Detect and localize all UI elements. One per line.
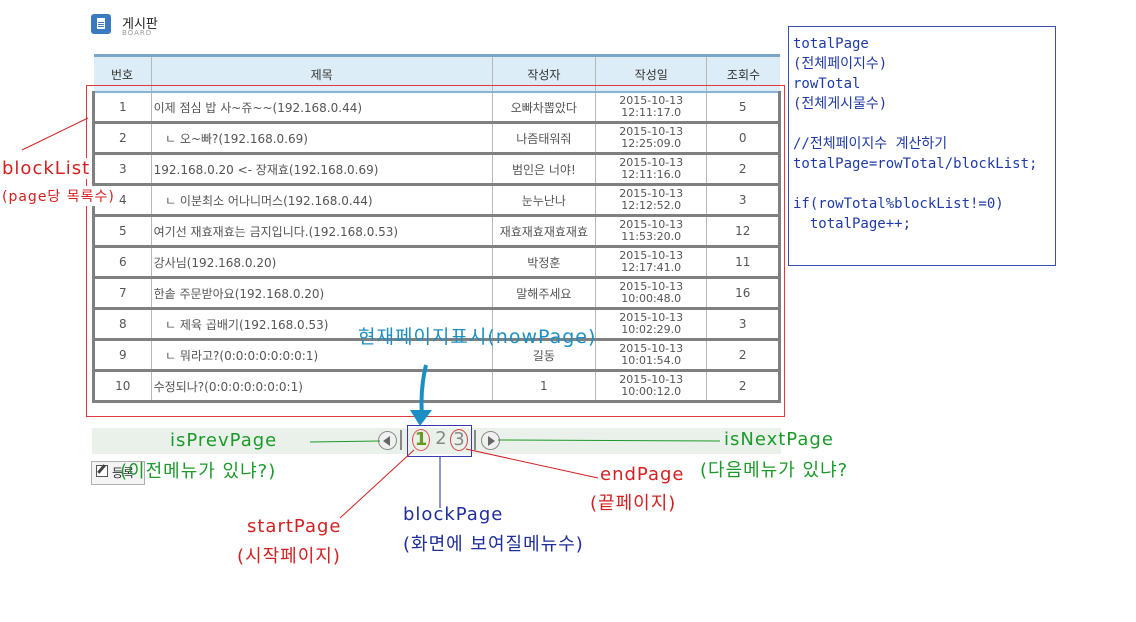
table-row[interactable]: 1 이제 점심 밥 사~쥬~~(192.168.0.44) 오빠차뽑았다 2015-1… bbox=[92, 92, 781, 124]
table-row[interactable]: 2 ㄴ 오~빠?(192.168.0.69) 나즘태워줘 2015-10-13 12:… bbox=[92, 122, 781, 155]
header-date: 작성일 bbox=[595, 54, 708, 93]
row-date: 2015-10-13 12:12:52.0 bbox=[595, 184, 708, 217]
pencil-icon bbox=[96, 465, 108, 477]
row-no: 6 bbox=[92, 246, 152, 279]
row-author: 재효재효재효재효 bbox=[492, 215, 596, 248]
annotation-isnextpage: isNextPage bbox=[724, 429, 834, 450]
row-title[interactable]: ㄴ 오~빠?(192.168.0.69) bbox=[151, 122, 493, 155]
header-title: 제목 bbox=[151, 54, 493, 93]
pager-divider bbox=[400, 430, 402, 450]
row-author: 1 bbox=[492, 370, 596, 403]
board-table: 번호 제목 작성자 작성일 조회수 1 이제 점심 밥 사~쥬~~(192.168… bbox=[92, 54, 781, 403]
table-row[interactable]: 7 한솥 주문받아요(192.168.0.20) 말해주세요 2015-10-13 10… bbox=[92, 277, 781, 310]
row-author: 눈누난나 bbox=[492, 184, 596, 217]
row-title[interactable]: 이제 점심 밥 사~쥬~~(192.168.0.44) bbox=[151, 92, 493, 124]
board-subtitle: BOARD bbox=[122, 29, 153, 37]
row-title[interactable]: 여기선 재효재효는 금지입니다.(192.168.0.53) bbox=[151, 215, 493, 248]
annotation-nowpage: 현재페이지표시(nowPage) bbox=[358, 326, 597, 348]
row-date: 2015-10-13 12:11:17.0 bbox=[595, 92, 708, 124]
row-views: 2 bbox=[706, 339, 781, 372]
prev-page-icon[interactable] bbox=[378, 431, 397, 450]
row-views: 3 bbox=[706, 184, 781, 217]
row-title[interactable]: 강사님(192.168.0.20) bbox=[151, 246, 493, 279]
row-date-time: 10:01:54.0 bbox=[621, 354, 682, 367]
row-no: 10 bbox=[92, 370, 152, 403]
row-date-time: 12:12:52.0 bbox=[621, 199, 682, 212]
row-views: 2 bbox=[706, 370, 781, 403]
row-no: 5 bbox=[92, 215, 152, 248]
table-row[interactable]: 10 수정되나?(0:0:0:0:0:0:0:1) 1 2015-10-13 10:00… bbox=[92, 370, 781, 403]
row-date: 2015-10-13 12:17:41.0 bbox=[595, 246, 708, 279]
annotation-isprevpage-desc: (이전메뉴가 있냐?) bbox=[120, 461, 277, 482]
row-date: 2015-10-13 10:00:12.0 bbox=[595, 370, 708, 403]
row-views: 16 bbox=[706, 277, 781, 310]
table-row[interactable]: 3 192.168.0.20 <- 장재효(192.168.0.69) 범인은 너야… bbox=[92, 153, 781, 186]
pager-divider bbox=[474, 430, 476, 450]
next-page-icon[interactable] bbox=[481, 431, 500, 450]
annotation-endpage-desc: (끝페이지) bbox=[590, 493, 677, 514]
row-no: 8 bbox=[92, 308, 152, 341]
row-no: 1 bbox=[92, 92, 152, 124]
annotation-isnextpage-desc: (다음메뉴가 있냐? bbox=[700, 460, 849, 481]
row-date-time: 11:53:20.0 bbox=[621, 230, 682, 243]
page-link-1[interactable]: 1 bbox=[412, 429, 430, 451]
row-title[interactable]: 수정되나?(0:0:0:0:0:0:0:1) bbox=[151, 370, 493, 403]
row-date-time: 12:17:41.0 bbox=[621, 261, 682, 274]
annotation-blockpage-desc: (화면에 보여질메뉴수) bbox=[403, 534, 584, 555]
row-date: 2015-10-13 12:11:16.0 bbox=[595, 153, 708, 186]
table-row[interactable]: 4 ㄴ 이분최소 어나니머스(192.168.0.44) 눈누난나 2015-10-… bbox=[92, 184, 781, 217]
row-no: 7 bbox=[92, 277, 152, 310]
row-author: 말해주세요 bbox=[492, 277, 596, 310]
header-author: 작성자 bbox=[492, 54, 596, 93]
row-date-time: 10:00:12.0 bbox=[621, 385, 682, 398]
row-date-time: 10:02:29.0 bbox=[621, 323, 682, 336]
annotation-blocklist-desc: (page당 목록수) bbox=[2, 186, 115, 206]
row-no: 9 bbox=[92, 339, 152, 372]
row-date: 2015-10-13 10:00:48.0 bbox=[595, 277, 708, 310]
row-no: 2 bbox=[92, 122, 152, 155]
table-row[interactable]: 6 강사님(192.168.0.20) 박정훈 2015-10-13 12:17:41.… bbox=[92, 246, 781, 279]
row-views: 2 bbox=[706, 153, 781, 186]
row-author: 박정훈 bbox=[492, 246, 596, 279]
header-views: 조회수 bbox=[706, 54, 780, 93]
row-views: 11 bbox=[706, 246, 781, 279]
row-author: 범인은 너야! bbox=[492, 153, 596, 186]
row-views: 12 bbox=[706, 215, 781, 248]
row-date-time: 12:25:09.0 bbox=[621, 137, 682, 150]
annotation-endpage: endPage bbox=[600, 464, 685, 485]
table-row[interactable]: 5 여기선 재효재효는 금지입니다.(192.168.0.53) 재효재효재효재효 2… bbox=[92, 215, 781, 248]
row-date-time: 12:11:17.0 bbox=[621, 106, 682, 119]
row-title[interactable]: 한솥 주문받아요(192.168.0.20) bbox=[151, 277, 493, 310]
row-author: 나즘태워줘 bbox=[492, 122, 596, 155]
annotation-isprevpage: isPrevPage bbox=[170, 430, 278, 451]
row-date: 2015-10-13 10:01:54.0 bbox=[595, 339, 708, 372]
table-header-row: 번호 제목 작성자 작성일 조회수 bbox=[93, 54, 780, 93]
row-no: 3 bbox=[92, 153, 152, 186]
code-note: totalPage (전체페이지수) rowTotal (전체게시물수) //전… bbox=[788, 26, 1056, 266]
row-views: 5 bbox=[706, 92, 781, 124]
annotation-blocklist: blockList bbox=[2, 158, 91, 179]
row-date: 2015-10-13 11:53:20.0 bbox=[595, 215, 708, 248]
row-date: 2015-10-13 12:25:09.0 bbox=[595, 122, 708, 155]
row-views: 3 bbox=[706, 308, 781, 341]
header-no: 번호 bbox=[93, 54, 152, 93]
board-icon bbox=[91, 14, 111, 34]
row-date: 2015-10-13 10:02:29.0 bbox=[595, 308, 708, 341]
row-title[interactable]: 192.168.0.20 <- 장재효(192.168.0.69) bbox=[151, 153, 493, 186]
annotation-startpage: startPage bbox=[247, 516, 342, 537]
annotation-blockpage: blockPage bbox=[403, 504, 504, 525]
row-author: 오빠차뽑았다 bbox=[492, 92, 596, 124]
row-title[interactable]: ㄴ 이분최소 어나니머스(192.168.0.44) bbox=[151, 184, 493, 217]
row-date-time: 12:11:16.0 bbox=[621, 168, 682, 181]
annotation-startpage-desc: (시작페이지) bbox=[237, 546, 341, 567]
row-date-time: 10:00:48.0 bbox=[621, 292, 682, 305]
page-link-3[interactable]: 3 bbox=[450, 429, 468, 451]
row-views: 0 bbox=[706, 122, 781, 155]
page-link-2[interactable]: 2 bbox=[432, 429, 450, 451]
